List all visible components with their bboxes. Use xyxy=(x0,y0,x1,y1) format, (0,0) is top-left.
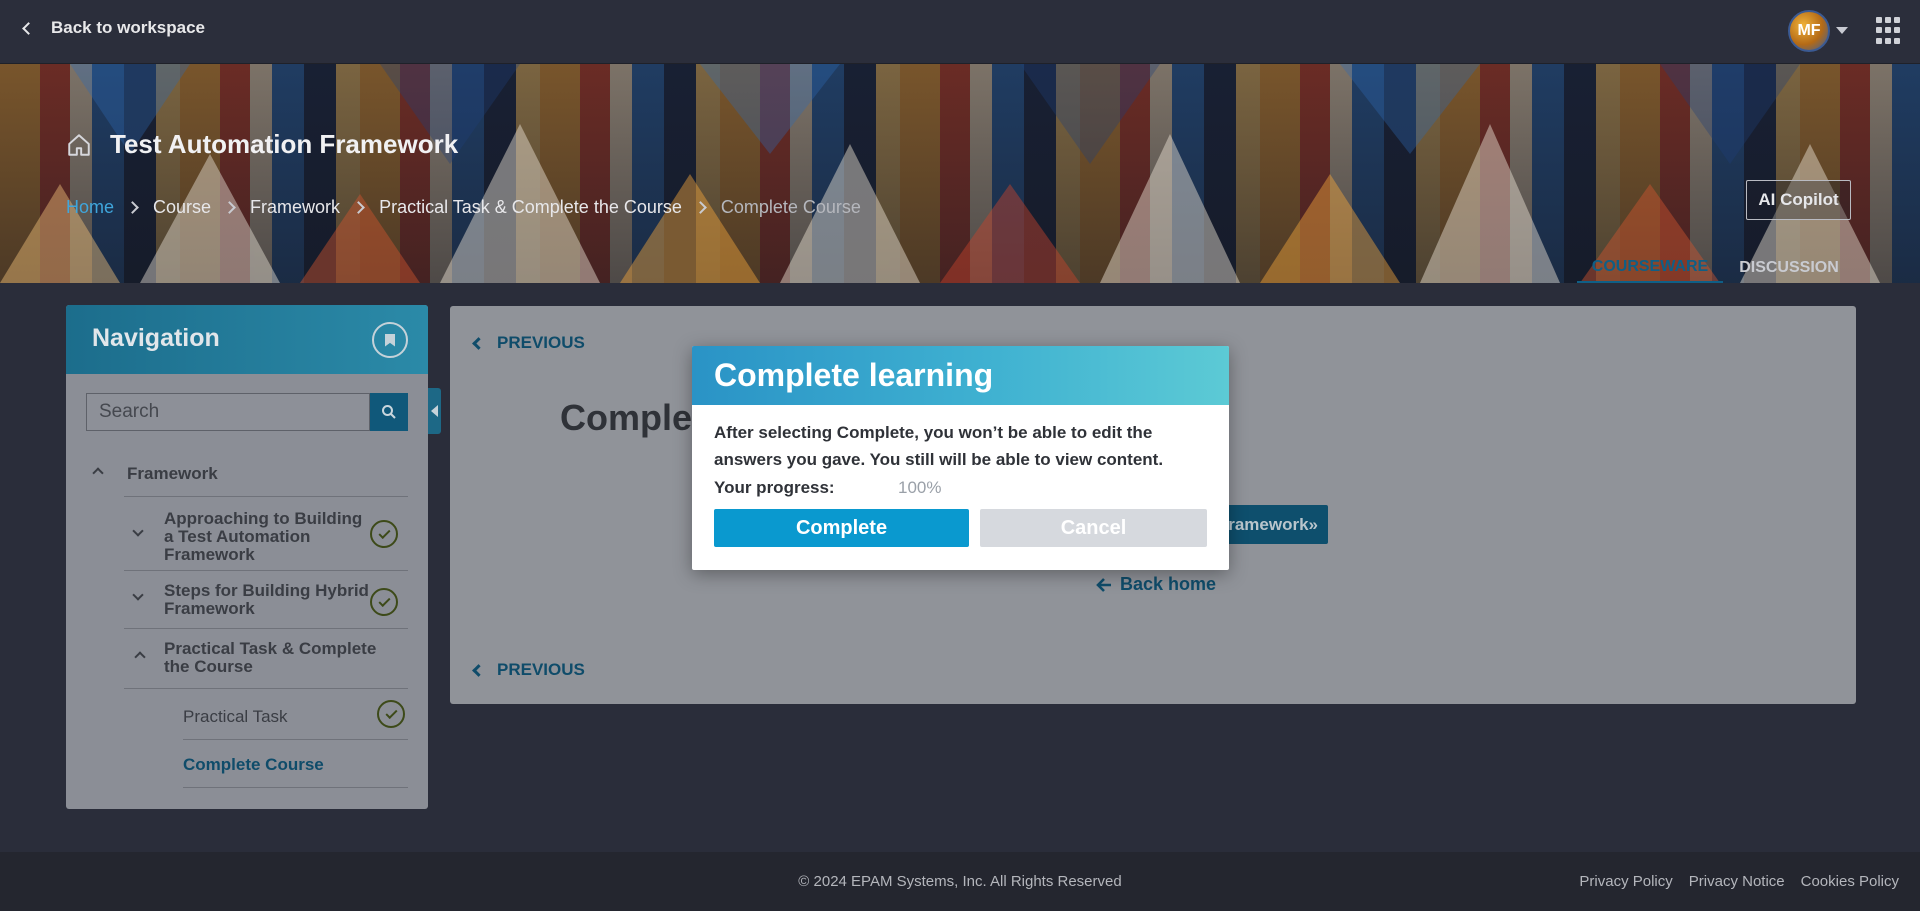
breadcrumb-practical-task[interactable]: Practical Task & Complete the Course xyxy=(379,197,682,218)
check-circle-icon xyxy=(370,588,398,616)
back-home-label: Back home xyxy=(1120,574,1217,594)
footer: © 2024 EPAM Systems, Inc. All Rights Res… xyxy=(0,852,1920,911)
tree-item-framework[interactable]: Framework xyxy=(86,463,406,487)
tree-item-label: Steps for Building Hybrid Framework xyxy=(164,581,369,618)
navigation-header: Navigation xyxy=(66,305,428,374)
search-button[interactable] xyxy=(370,393,408,431)
arrow-left-icon xyxy=(1096,577,1111,592)
tree-item-practical-task-complete[interactable]: Practical Task & Complete the Course xyxy=(124,635,408,681)
tab-courseware[interactable]: COURSEWARE xyxy=(1577,252,1723,283)
divider xyxy=(124,628,408,629)
chevron-right-icon xyxy=(126,201,139,214)
bookmark-button[interactable] xyxy=(372,322,408,358)
previous-label: PREVIOUS xyxy=(497,660,585,679)
bookmark-icon xyxy=(385,333,395,347)
breadcrumb-framework[interactable]: Framework xyxy=(250,197,340,218)
caret-down-icon[interactable] xyxy=(1836,27,1848,34)
check-circle-icon xyxy=(370,520,398,548)
caret-left-icon xyxy=(431,405,438,417)
cookies-policy-link[interactable]: Cookies Policy xyxy=(1801,873,1899,890)
chevron-left-icon xyxy=(472,663,485,677)
chevron-up-icon xyxy=(92,467,104,479)
divider xyxy=(124,570,408,571)
tree-item-approaching[interactable]: Approaching to Building a Test Automatio… xyxy=(124,503,408,565)
progress-label: Your progress: xyxy=(714,478,835,497)
complete-button[interactable]: Complete xyxy=(714,509,969,547)
privacy-policy-link[interactable]: Privacy Policy xyxy=(1579,873,1672,890)
search-icon xyxy=(382,405,396,419)
tab-discussion[interactable]: DISCUSSION xyxy=(1727,252,1851,283)
previous-link-top[interactable]: PREVIOUS xyxy=(472,333,585,353)
navigation-panel: Navigation Framework Approaching to Buil… xyxy=(66,305,428,809)
chevron-down-icon xyxy=(132,525,144,537)
course-banner: Test Automation Framework Home Course Fr… xyxy=(0,64,1920,283)
chevron-right-icon xyxy=(352,201,365,214)
navigation-search xyxy=(86,393,408,431)
privacy-notice-link[interactable]: Privacy Notice xyxy=(1689,873,1785,890)
tree-item-label: Approaching to Building a Test Automatio… xyxy=(164,509,363,564)
chevron-up-icon xyxy=(134,651,146,663)
modal-body-text: After selecting Complete, you won’t be a… xyxy=(714,423,1164,469)
check-circle-icon xyxy=(377,700,405,728)
apps-grid-icon[interactable] xyxy=(1876,17,1900,45)
divider xyxy=(183,787,408,788)
chevron-left-icon xyxy=(472,336,485,350)
navigation-title: Navigation xyxy=(92,324,220,352)
cancel-button[interactable]: Cancel xyxy=(980,509,1207,547)
top-bar: Back to workspace MF xyxy=(0,0,1920,64)
tree-item-steps-hybrid[interactable]: Steps for Building Hybrid Framework xyxy=(124,577,408,623)
ai-copilot-button[interactable]: AI Copilot xyxy=(1746,180,1851,220)
course-title: Test Automation Framework xyxy=(110,129,459,159)
tree-item-complete-course[interactable]: Complete Course xyxy=(183,755,324,775)
course-title-row: Test Automation Framework xyxy=(66,129,458,160)
breadcrumb: Home Course Framework Practical Task & C… xyxy=(66,197,861,218)
breadcrumb-course[interactable]: Course xyxy=(153,197,211,218)
divider xyxy=(124,688,408,689)
previous-label: PREVIOUS xyxy=(497,333,585,352)
back-to-workspace-label: Back to workspace xyxy=(51,18,206,37)
breadcrumb-current: Complete Course xyxy=(720,197,861,217)
breadcrumb-home[interactable]: Home xyxy=(66,197,114,218)
modal-title: Complete learning xyxy=(714,357,994,393)
tree-item-practical-task[interactable]: Practical Task xyxy=(183,707,288,727)
progress-row: Your progress: 100% xyxy=(714,478,941,498)
chevron-left-icon xyxy=(22,21,35,35)
complete-learning-modal: Complete learning After selecting Comple… xyxy=(692,346,1229,570)
tree-item-label: Practical Task & Complete the Course xyxy=(164,639,377,676)
divider xyxy=(183,739,408,740)
avatar-initials: MF xyxy=(1797,22,1821,39)
avatar[interactable]: MF xyxy=(1788,10,1830,52)
back-to-workspace-link[interactable]: Back to workspace xyxy=(22,16,206,40)
previous-link-bottom[interactable]: PREVIOUS xyxy=(472,660,585,680)
chevron-right-icon xyxy=(694,201,707,214)
back-home-link[interactable]: Back home xyxy=(1096,574,1216,595)
footer-links: Privacy Policy Privacy Notice Cookies Po… xyxy=(1579,873,1899,890)
tree-item-label: Framework xyxy=(127,464,218,483)
banner-pattern xyxy=(0,64,1880,283)
chevron-right-icon xyxy=(223,201,236,214)
modal-header: Complete learning xyxy=(692,346,1229,405)
divider xyxy=(124,496,408,497)
progress-value: 100% xyxy=(898,478,942,497)
home-icon[interactable] xyxy=(66,132,92,158)
search-input[interactable] xyxy=(86,393,370,431)
content-heading: Complet xyxy=(560,397,704,438)
chevron-down-icon xyxy=(132,589,144,601)
collapse-navigation-button[interactable] xyxy=(428,388,441,434)
